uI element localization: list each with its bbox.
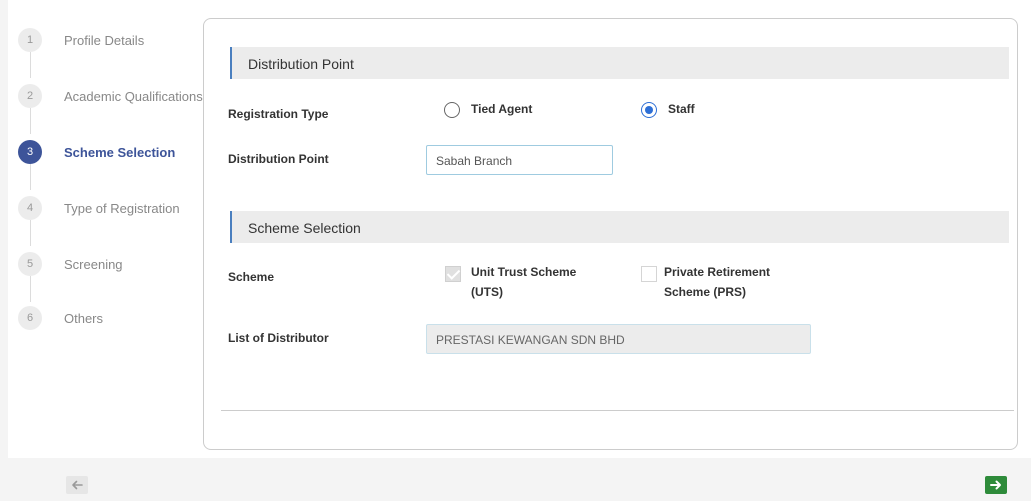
step-label: Others [64, 310, 104, 326]
step-label: Profile Details [64, 32, 145, 48]
step-number: 3 [18, 140, 42, 164]
next-button[interactable] [985, 476, 1007, 494]
step-connector [30, 108, 31, 134]
previous-button[interactable] [66, 476, 88, 494]
step-connector [30, 220, 31, 246]
staff-radio[interactable] [641, 102, 657, 118]
wizard-stepper: 1 Profile Details 2 Academic Qualificati… [8, 0, 204, 458]
step-number: 2 [18, 84, 42, 108]
step-academic-qualifications[interactable]: 2 Academic Qualifications [18, 84, 203, 108]
distribution-point-field[interactable]: Sabah Branch [426, 145, 613, 175]
scheme-label: Scheme [228, 270, 275, 284]
step-profile-details[interactable]: 1 Profile Details [18, 28, 144, 52]
prs-label: Private Retirement Scheme (PRS) [664, 262, 770, 302]
step-label: Academic Qualifications [64, 88, 203, 104]
section-title: Scheme Selection [248, 220, 361, 236]
step-number: 5 [18, 252, 42, 276]
list-of-distributor-label: List of Distributor [228, 331, 329, 345]
form-card: Distribution Point Registration Type Tie… [203, 18, 1018, 450]
section-title: Distribution Point [248, 56, 354, 72]
prs-label-line2: Scheme (PRS) [664, 285, 747, 299]
uts-label: Unit Trust Scheme (UTS) [471, 262, 576, 302]
form-divider [221, 410, 1014, 411]
prs-checkbox[interactable] [641, 266, 657, 282]
step-number: 6 [18, 306, 42, 330]
step-type-of-registration[interactable]: 4 Type of Registration [18, 196, 180, 220]
uts-label-line1: Unit Trust Scheme [471, 265, 577, 279]
step-scheme-selection[interactable]: 3 Scheme Selection [18, 140, 175, 164]
step-number: 1 [18, 28, 42, 52]
step-label: Type of Registration [64, 200, 180, 216]
step-label: Screening [64, 256, 123, 272]
step-label: Scheme Selection [64, 144, 176, 160]
uts-label-line2: (UTS) [471, 285, 503, 299]
step-screening[interactable]: 5 Screening [18, 252, 123, 276]
step-connector [30, 276, 31, 302]
step-connector [30, 164, 31, 190]
arrow-left-icon [72, 480, 83, 490]
tied-agent-radio[interactable] [444, 102, 460, 118]
tied-agent-label[interactable]: Tied Agent [471, 99, 532, 119]
distribution-point-label: Distribution Point [228, 152, 329, 166]
staff-label[interactable]: Staff [668, 99, 695, 119]
step-others[interactable]: 6 Others [18, 306, 103, 330]
distribution-point-header: Distribution Point [230, 47, 1009, 79]
scheme-selection-header: Scheme Selection [230, 211, 1009, 243]
step-number: 4 [18, 196, 42, 220]
prs-label-line1: Private Retirement [664, 265, 771, 279]
distributor-field[interactable]: PRESTASI KEWANGAN SDN BHD [426, 324, 811, 354]
registration-type-label: Registration Type [228, 107, 329, 121]
arrow-right-icon [990, 480, 1001, 490]
uts-checkbox[interactable] [445, 266, 461, 282]
step-connector [30, 52, 31, 78]
